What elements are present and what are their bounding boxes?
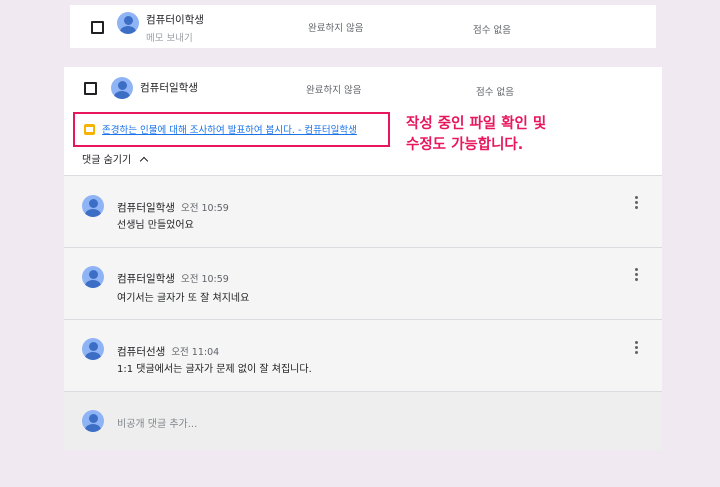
comment-text: 1:1 댓글에서는 글자가 문제 없이 잘 쳐집니다.: [117, 364, 312, 375]
divider: [64, 247, 662, 248]
avatar: [82, 266, 104, 288]
annotation-text: 작성 중인 파일 확인 및 수정도 가능합니다.: [406, 114, 546, 156]
comment-author: 컴퓨터일학생: [117, 273, 175, 285]
student-checkbox[interactable]: [84, 82, 97, 95]
private-comment-input[interactable]: 비공개 댓글 추가...: [117, 415, 197, 430]
divider: [64, 319, 662, 320]
student-card-1: 컴퓨터이학생 메모 보내기 완료하지 않음 점수 없음: [70, 5, 656, 48]
avatar: [117, 12, 139, 34]
comment-text: 여기서는 글자가 또 잘 쳐지네요: [117, 293, 250, 304]
avatar: [82, 195, 104, 217]
divider: [64, 175, 662, 176]
comment-header: 컴퓨터일학생 오전 10:59: [117, 196, 229, 215]
comment-text: 선생님 만들었어요: [117, 220, 194, 231]
status-text: 완료하지 않음: [306, 85, 362, 96]
avatar: [111, 77, 133, 99]
avatar: [82, 410, 104, 432]
more-vert-icon[interactable]: [634, 196, 638, 210]
comment-time: 오전 10:59: [180, 274, 229, 285]
annotation-line-1: 작성 중인 파일 확인 및: [406, 116, 547, 132]
score-text: 점수 없음: [473, 25, 511, 36]
send-note-link[interactable]: 메모 보내기: [146, 30, 193, 44]
student-name[interactable]: 컴퓨터이학생: [146, 12, 204, 27]
status-text: 완료하지 않음: [308, 23, 364, 34]
student-name[interactable]: 컴퓨터일학생: [140, 80, 198, 95]
more-vert-icon[interactable]: [634, 268, 638, 282]
avatar: [82, 338, 104, 360]
divider: [64, 391, 662, 392]
chevron-up-icon: [139, 156, 149, 166]
comment-time: 오전 10:59: [180, 203, 229, 214]
highlight-box: [73, 112, 390, 147]
comment-author: 컴퓨터일학생: [117, 202, 175, 214]
student-checkbox[interactable]: [91, 21, 104, 34]
annotation-line-2: 수정도 가능합니다.: [406, 137, 524, 153]
score-text: 점수 없음: [476, 87, 514, 98]
comment-author: 컴퓨터선생: [117, 346, 166, 358]
comment-header: 컴퓨터선생 오전 11:04: [117, 340, 219, 359]
more-vert-icon[interactable]: [634, 341, 638, 355]
comment-time: 오전 11:04: [171, 347, 220, 358]
hide-comments-label: 댓글 숨기기: [82, 155, 132, 166]
hide-comments-toggle[interactable]: 댓글 숨기기: [82, 151, 149, 166]
comment-header: 컴퓨터일학생 오전 10:59: [117, 267, 229, 286]
